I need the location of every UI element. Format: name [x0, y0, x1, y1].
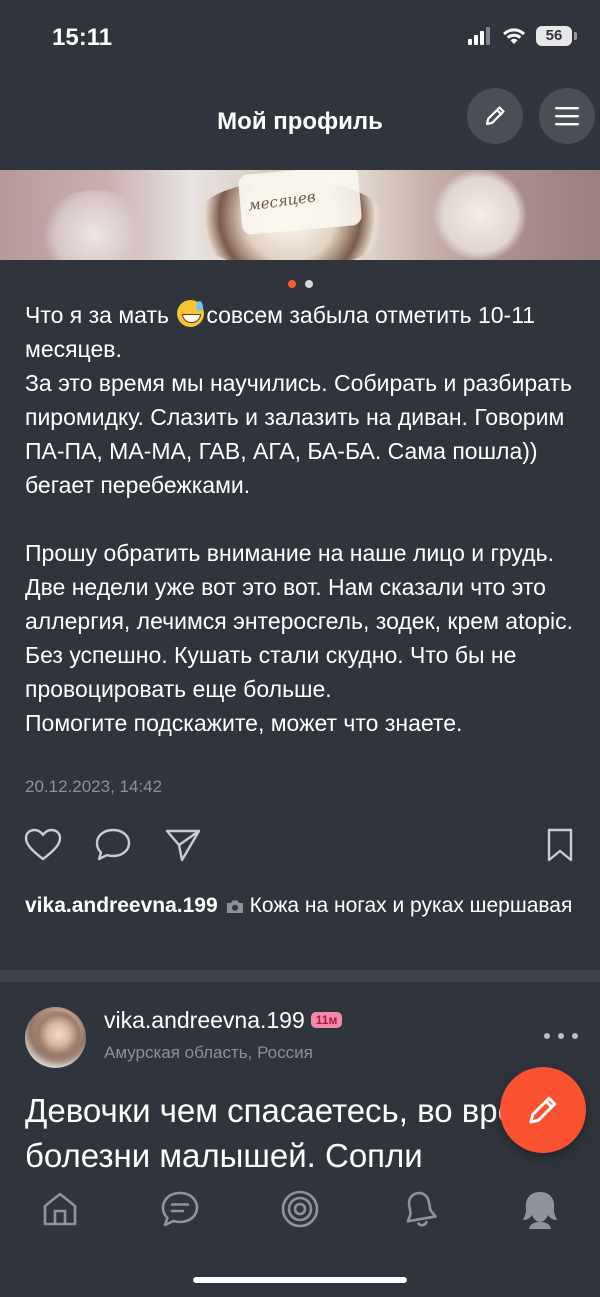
menu-button[interactable]	[539, 88, 595, 144]
tab-discover[interactable]	[278, 1187, 322, 1231]
comment-username[interactable]: vika.andreevna.199	[25, 894, 218, 917]
status-time: 15:11	[52, 24, 113, 51]
post-paragraph-1: Что я за мать совсем забыла отметить 10-…	[25, 300, 536, 362]
home-icon	[43, 1192, 77, 1226]
like-button[interactable]	[23, 825, 63, 865]
tab-messages[interactable]	[158, 1187, 202, 1231]
post-photo[interactable]: месяцев	[0, 170, 600, 260]
post-paragraph-4: Помогите подскажите, может что знаете.	[25, 710, 463, 736]
comment-button[interactable]	[93, 825, 133, 865]
profile-icon	[523, 1192, 557, 1229]
hamburger-icon	[555, 107, 579, 126]
avatar[interactable]	[25, 1007, 86, 1068]
heart-icon	[24, 828, 62, 861]
signal-icon	[468, 27, 490, 45]
more-options-button[interactable]	[544, 1026, 578, 1046]
edit-profile-button[interactable]	[467, 88, 523, 144]
tab-profile[interactable]	[518, 1187, 562, 1231]
battery-indicator: 56	[536, 26, 577, 46]
bookmark-button[interactable]	[540, 825, 580, 865]
bell-icon	[406, 1191, 437, 1227]
next-post-location: Амурская область, Россия	[104, 1043, 313, 1062]
share-icon	[165, 829, 201, 862]
post-actions	[0, 825, 600, 865]
post-paragraph-1-rest: За это время мы научились. Собирать и ра…	[25, 370, 572, 498]
next-post-username[interactable]: vika.andreevna.199	[104, 1007, 305, 1033]
home-indicator	[193, 1277, 407, 1283]
carousel-dot-active	[287, 280, 296, 288]
status-indicators: 56	[468, 26, 577, 46]
post-text: Что я за мать совсем забыла отметить 10-…	[25, 298, 585, 740]
comment-preview[interactable]: vika.andreevna.199 Кожа на ногах и руках …	[25, 891, 585, 920]
next-post-author[interactable]: vika.andreevna.199 11м	[104, 1007, 343, 1034]
pencil-icon	[485, 106, 505, 126]
more-dot-icon	[544, 1033, 550, 1039]
carousel-indicator	[0, 280, 600, 288]
comment-text: Кожа на ногах и руках шершавая	[249, 894, 573, 917]
share-button[interactable]	[163, 825, 203, 865]
tab-notifications[interactable]	[398, 1187, 442, 1231]
post-date: 20.12.2023, 14:42	[25, 777, 163, 796]
target-icon	[281, 1190, 319, 1228]
bookmark-icon	[547, 828, 573, 862]
grinning-sweat-emoji-icon	[177, 300, 205, 327]
tab-home[interactable]	[38, 1187, 82, 1231]
new-post-button[interactable]	[500, 1067, 586, 1153]
age-badge: 11м	[310, 1012, 343, 1028]
post-paragraph-3: Без успешно. Кушать стали скудно. Что бы…	[25, 642, 517, 702]
chat-icon	[161, 1191, 199, 1227]
status-bar: 15:11 56	[0, 0, 600, 80]
carousel-dot	[304, 280, 313, 288]
comment-icon	[95, 828, 131, 861]
wifi-icon	[503, 28, 525, 44]
post-paragraph-2: Прошу обратить внимание на наше лицо и г…	[25, 540, 574, 634]
camera-icon	[226, 900, 243, 913]
post-divider	[0, 970, 600, 982]
pencil-icon	[529, 1096, 557, 1124]
